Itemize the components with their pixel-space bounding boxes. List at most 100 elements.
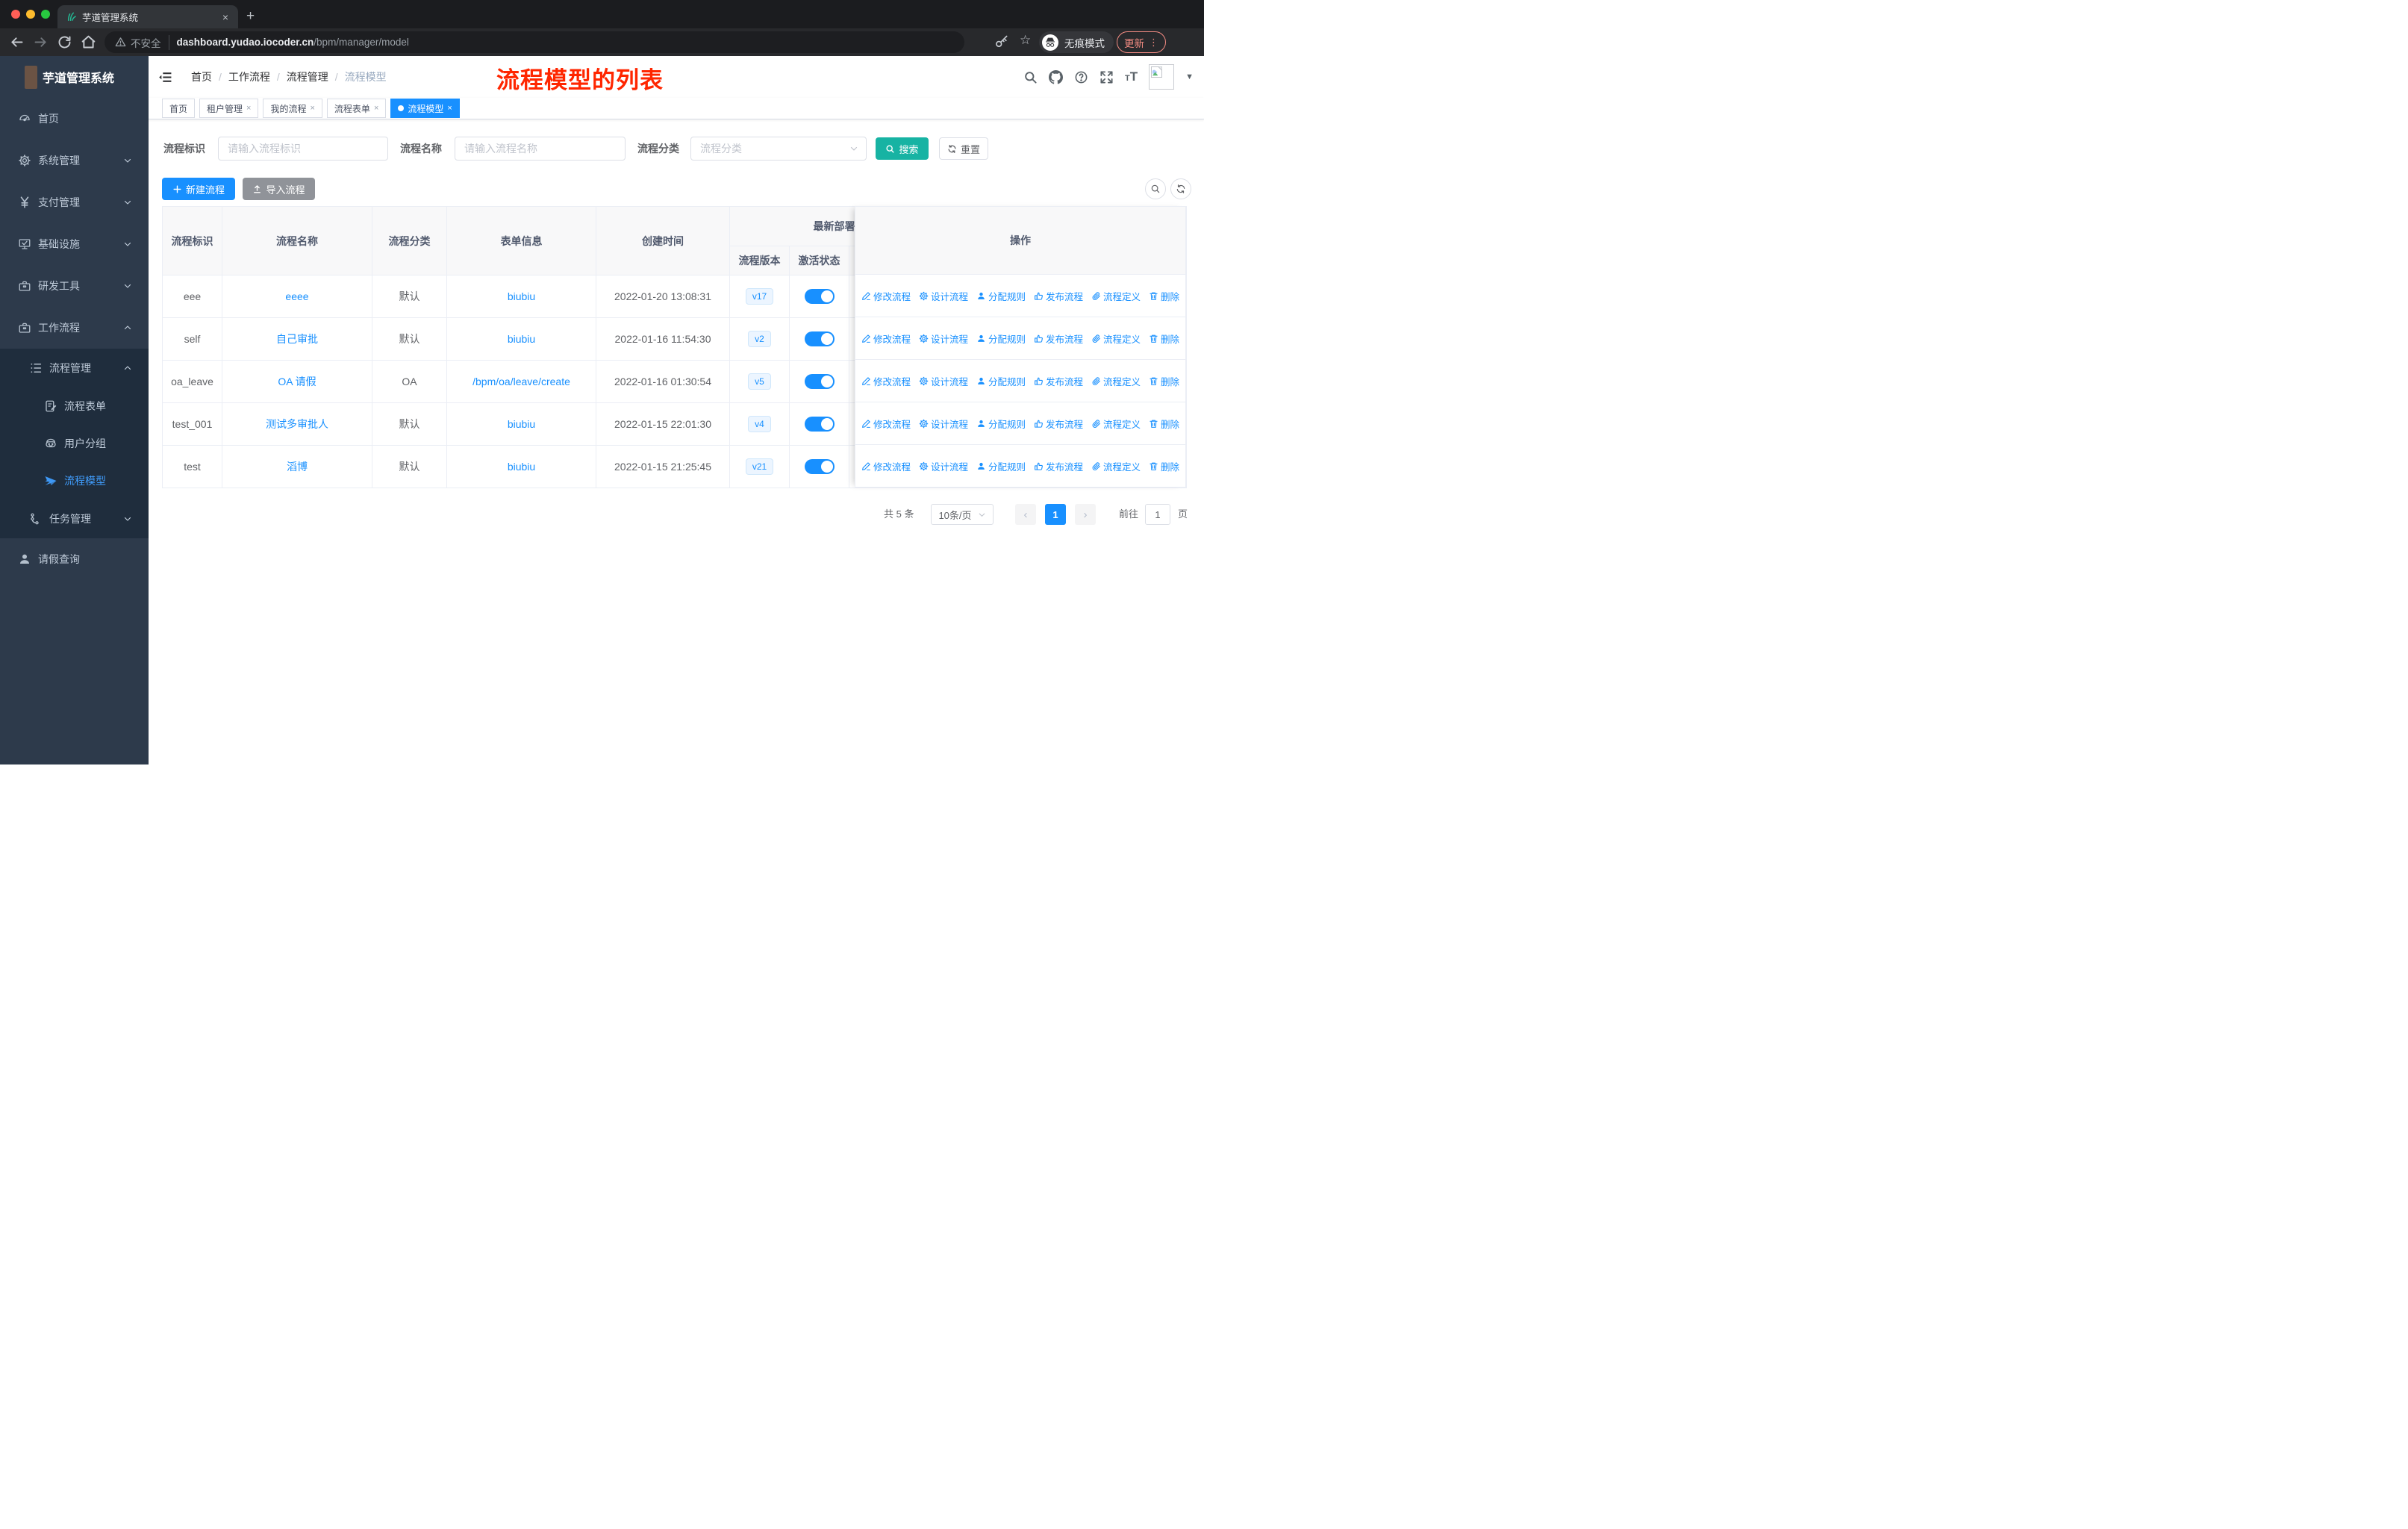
action-修改流程[interactable]: 修改流程 [861, 331, 911, 346]
form-link[interactable]: biubiu [508, 290, 535, 302]
action-删除[interactable]: 删除 [1149, 374, 1179, 388]
bookmark-star-icon[interactable]: ☆ [1020, 33, 1031, 48]
fullscreen-icon[interactable] [1099, 70, 1114, 84]
process-name-link[interactable]: 自己审批 [276, 333, 318, 345]
breadcrumb-item-工作流程[interactable]: 工作流程 [228, 69, 270, 84]
window-zoom-button[interactable] [41, 10, 50, 19]
sidebar-item-流程表单[interactable]: 流程表单 [0, 387, 149, 425]
sidebar-item-工作流程[interactable]: 工作流程 [0, 307, 149, 349]
browser-update-button[interactable]: 更新 ⋮ [1117, 31, 1166, 53]
search-icon[interactable] [1023, 70, 1038, 84]
pagination-prev-button[interactable]: ‹ [1015, 504, 1036, 525]
action-修改流程[interactable]: 修改流程 [861, 374, 911, 388]
active-toggle[interactable] [804, 417, 835, 432]
tab-close-icon[interactable]: × [310, 104, 314, 113]
sidebar-item-流程管理[interactable]: 流程管理 [0, 349, 149, 387]
action-设计流程[interactable]: 设计流程 [919, 417, 968, 431]
tab-close-icon[interactable]: × [447, 104, 452, 113]
window-minimize-button[interactable] [26, 10, 35, 19]
sidebar-item-流程模型[interactable]: 流程模型 [0, 462, 149, 499]
avatar-caret-down-icon[interactable]: ▼ [1185, 72, 1194, 81]
action-修改流程[interactable]: 修改流程 [861, 417, 911, 431]
forward-icon[interactable] [33, 34, 49, 50]
sidebar-item-研发工具[interactable]: 研发工具 [0, 265, 149, 307]
reload-icon[interactable] [57, 34, 72, 50]
action-分配规则[interactable]: 分配规则 [976, 459, 1026, 473]
action-流程定义[interactable]: 流程定义 [1091, 331, 1141, 346]
action-分配规则[interactable]: 分配规则 [976, 331, 1026, 346]
breadcrumb-item-首页[interactable]: 首页 [191, 69, 212, 84]
filter-key-input[interactable] [218, 137, 388, 161]
page-tab-首页[interactable]: 首页 [162, 99, 196, 118]
action-修改流程[interactable]: 修改流程 [861, 459, 911, 473]
action-删除[interactable]: 删除 [1149, 331, 1179, 346]
search-button[interactable]: 搜索 [876, 137, 929, 160]
page-tab-流程表单[interactable]: 流程表单 × [326, 99, 387, 118]
action-流程定义[interactable]: 流程定义 [1091, 374, 1141, 388]
action-发布流程[interactable]: 发布流程 [1034, 374, 1083, 388]
back-icon[interactable] [9, 34, 25, 50]
new-tab-button[interactable]: + [246, 6, 255, 27]
pagination-page-1[interactable]: 1 [1045, 504, 1066, 525]
action-删除[interactable]: 删除 [1149, 417, 1179, 431]
page-tab-流程模型[interactable]: 流程模型 × [390, 99, 460, 118]
reset-button[interactable]: 重置 [939, 137, 988, 160]
table-search-button[interactable] [1145, 178, 1166, 199]
action-删除[interactable]: 删除 [1149, 289, 1179, 303]
import-process-button[interactable]: 导入流程 [243, 178, 315, 200]
sidebar-item-系统管理[interactable]: 系统管理 [0, 140, 149, 181]
window-close-button[interactable] [11, 10, 20, 19]
tab-close-icon[interactable]: × [220, 11, 231, 23]
action-删除[interactable]: 删除 [1149, 459, 1179, 473]
url-bar[interactable]: 不安全 dashboard.yudao.iocoder.cn/bpm/manag… [105, 31, 964, 53]
form-link[interactable]: biubiu [508, 418, 535, 430]
action-流程定义[interactable]: 流程定义 [1091, 459, 1141, 473]
form-link[interactable]: biubiu [508, 461, 535, 473]
pagination-goto-input[interactable] [1145, 504, 1170, 525]
action-设计流程[interactable]: 设计流程 [919, 459, 968, 473]
sidebar-item-用户分组[interactable]: 用户分组 [0, 425, 149, 462]
help-icon[interactable] [1074, 70, 1088, 84]
page-size-select[interactable]: 10条/页 [931, 504, 994, 525]
action-发布流程[interactable]: 发布流程 [1034, 289, 1083, 303]
sidebar-item-任务管理[interactable]: 任务管理 [0, 499, 149, 538]
action-设计流程[interactable]: 设计流程 [919, 331, 968, 346]
sidebar-collapse-icon[interactable] [158, 70, 172, 84]
process-name-link[interactable]: eeee [285, 290, 308, 302]
breadcrumb-item-流程模型[interactable]: 流程模型 [345, 69, 387, 84]
form-link[interactable]: /bpm/oa/leave/create [472, 376, 570, 387]
page-tab-我的流程[interactable]: 我的流程 × [263, 99, 322, 118]
breadcrumb-item-流程管理[interactable]: 流程管理 [287, 69, 328, 84]
browser-tab[interactable]: 芋道管理系统 × [57, 5, 238, 28]
pagination-next-button[interactable]: › [1075, 504, 1096, 525]
font-size-icon[interactable]: TT [1125, 69, 1138, 84]
filter-category-select[interactable]: 流程分类 [690, 137, 867, 161]
action-流程定义[interactable]: 流程定义 [1091, 417, 1141, 431]
sidebar-item-基础设施[interactable]: 基础设施 [0, 223, 149, 265]
process-name-link[interactable]: OA 请假 [278, 376, 316, 387]
process-name-link[interactable]: 滔博 [287, 461, 308, 473]
browser-menu-dots-icon[interactable]: ⋮ [1149, 37, 1158, 49]
active-toggle[interactable] [804, 459, 835, 474]
action-发布流程[interactable]: 发布流程 [1034, 417, 1083, 431]
sidebar-item-首页[interactable]: 首页 [0, 98, 149, 140]
active-toggle[interactable] [804, 374, 835, 389]
action-分配规则[interactable]: 分配规则 [976, 374, 1026, 388]
tab-close-icon[interactable]: × [246, 104, 251, 113]
security-label[interactable]: 不安全 [131, 34, 169, 50]
form-link[interactable]: biubiu [508, 333, 535, 345]
github-icon[interactable] [1048, 69, 1063, 84]
tab-close-icon[interactable]: × [374, 104, 378, 113]
sidebar-item-支付管理[interactable]: 支付管理 [0, 181, 149, 223]
page-tab-租户管理[interactable]: 租户管理 × [199, 99, 259, 118]
active-toggle[interactable] [804, 289, 835, 304]
active-toggle[interactable] [804, 331, 835, 346]
action-发布流程[interactable]: 发布流程 [1034, 331, 1083, 346]
password-key-icon[interactable] [994, 34, 1009, 49]
filter-name-input[interactable] [455, 137, 626, 161]
action-发布流程[interactable]: 发布流程 [1034, 459, 1083, 473]
home-icon[interactable] [81, 34, 96, 50]
action-流程定义[interactable]: 流程定义 [1091, 289, 1141, 303]
user-avatar[interactable] [1149, 64, 1175, 90]
sidebar-item-请假查询[interactable]: 请假查询 [0, 538, 149, 580]
